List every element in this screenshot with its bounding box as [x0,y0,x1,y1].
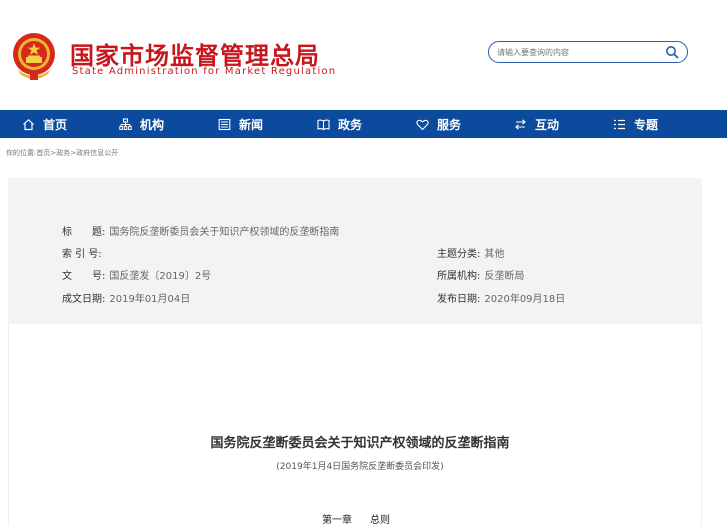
nav-label: 机构 [140,117,165,132]
site-header: 国家市场监督管理总局 State Administration for Mark… [0,0,727,108]
info-org-row: 所属机构: 反垄断局 [437,267,524,282]
info-created-row: 成文日期: 2019年01月04日 [62,290,190,305]
info-title-row: 标 题: 国务院反垄断委员会关于知识产权领域的反垄断指南 [62,223,339,238]
info-topic-row: 主题分类: 其他 [437,245,504,260]
info-docno-row: 文 号: 国反垄发〔2019〕2号 [62,267,211,282]
info-index-label: 索 引 号: [62,249,102,260]
main-nav: 首页 机构 新闻 政务 服务 互动 专题 [0,110,727,138]
info-published-label: 发布日期: [437,294,481,305]
news-icon [218,118,231,130]
breadcrumb: 你的位置:首页>政务>政府信息公开 [6,148,118,158]
breadcrumb-affairs[interactable]: 政务 [56,149,70,157]
info-published-value: 2020年09月18日 [484,294,566,305]
article-subtitle: (2019年1月4日国务院反垄断委员会印发) [276,462,444,472]
site-subtitle: State Administration for Market Regulati… [72,66,337,77]
info-docno-label: 文 号: [62,271,106,282]
home-icon [23,118,34,130]
info-index-row: 索 引 号: [62,245,106,260]
org-icon [119,117,132,130]
nav-label: 服务 [437,117,462,132]
heart-icon [416,119,429,130]
chapter-name: 总则 [370,515,390,526]
topic-icon [614,119,625,129]
nav-label: 政务 [338,117,363,132]
nav-item-service[interactable]: 服务 [416,110,461,138]
info-title-label: 标 题: [62,227,106,238]
chapter-heading: 第一章 总则 [0,511,712,526]
nav-item-interact[interactable]: 互动 [514,110,559,138]
nav-label: 互动 [535,117,560,132]
nav-label: 新闻 [239,117,264,132]
info-topic-label: 主题分类: [437,249,481,260]
search-input[interactable] [497,45,657,60]
nav-item-topic[interactable]: 专题 [613,110,658,138]
breadcrumb-prefix: 你的位置: [6,149,37,157]
info-published-row: 发布日期: 2020年09月18日 [437,290,565,305]
nav-item-news[interactable]: 新闻 [218,110,263,138]
info-created-value: 2019年01月04日 [109,294,191,305]
arrows-icon [515,118,526,130]
search-icon[interactable] [665,45,679,59]
national-emblem-icon[interactable] [10,32,58,82]
nav-label: 专题 [634,117,659,132]
info-topic-value: 其他 [484,249,505,260]
breadcrumb-home[interactable]: 首页 [36,149,50,157]
nav-item-affairs[interactable]: 政务 [317,110,362,138]
breadcrumb-gov-info[interactable]: 政府信息公开 [76,149,118,157]
chapter-number: 第一章 [322,515,352,526]
nav-item-home[interactable]: 首页 [22,110,67,138]
info-created-label: 成文日期: [62,294,106,305]
affairs-icon [317,119,330,130]
info-docno-value: 国反垄发〔2019〕2号 [109,271,212,282]
nav-item-org[interactable]: 机构 [119,110,164,138]
article-body [8,324,702,526]
info-title-value: 国务院反垄断委员会关于知识产权领域的反垄断指南 [109,227,340,238]
article-title: 国务院反垄断委员会关于知识产权领域的反垄断指南 [210,436,510,451]
info-org-label: 所属机构: [437,271,481,282]
info-org-value: 反垄断局 [484,271,525,282]
search-box [488,41,688,63]
nav-label: 首页 [43,117,68,132]
